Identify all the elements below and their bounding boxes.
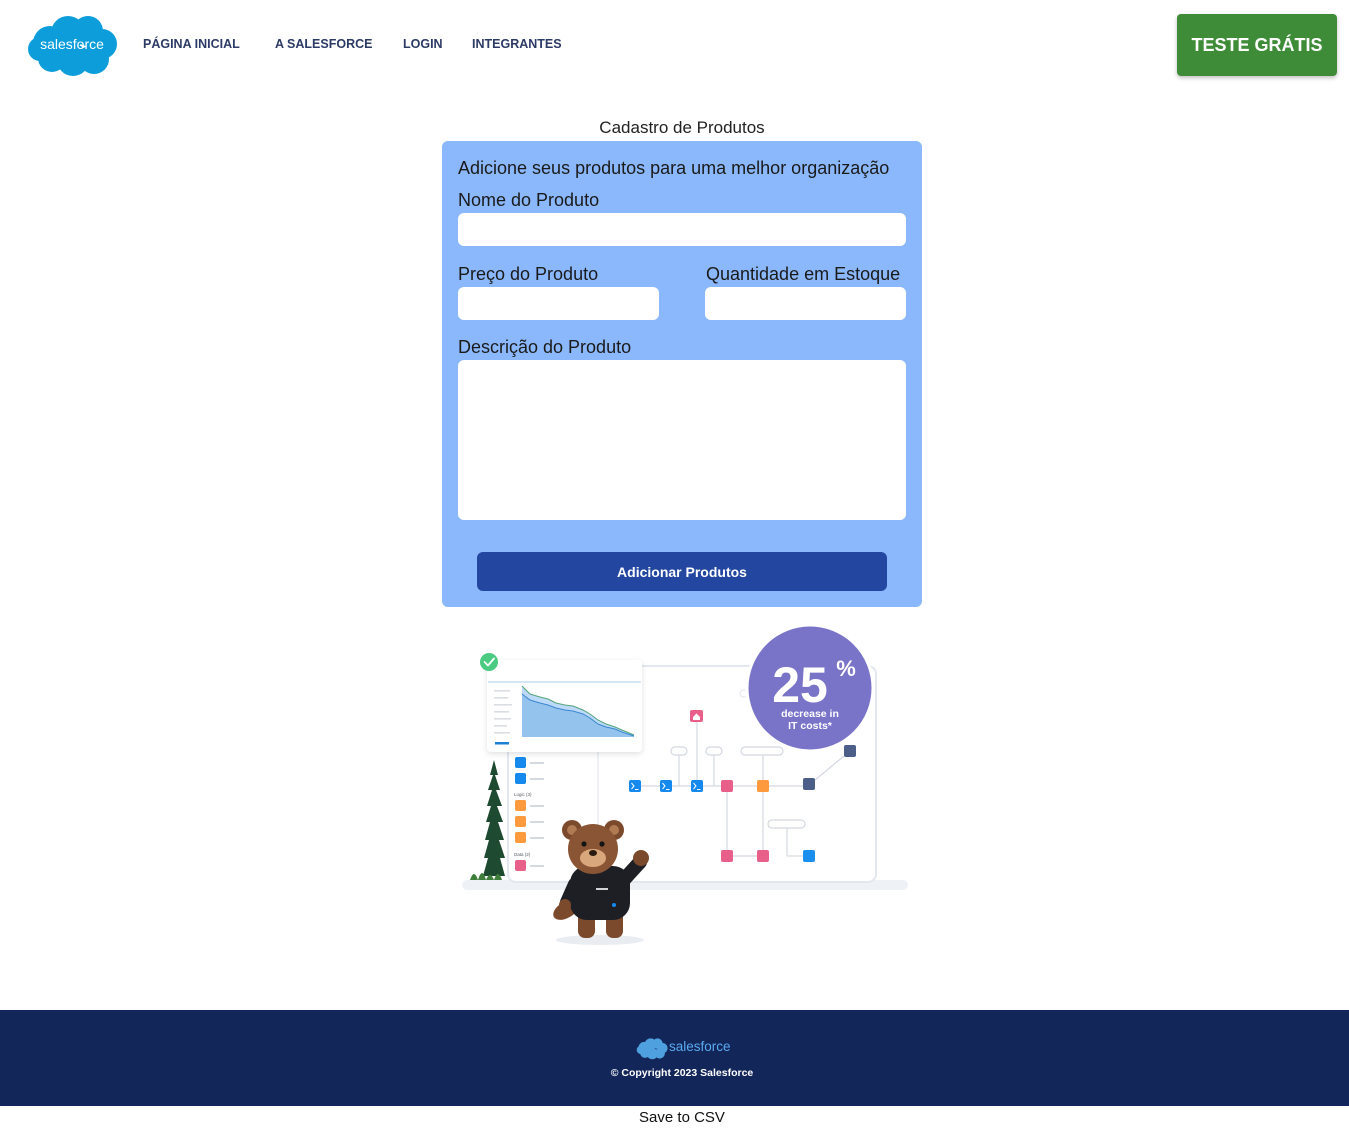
- product-description-label: Descrição do Produto: [458, 337, 632, 357]
- product-description-textarea[interactable]: [458, 360, 906, 520]
- nav-a-salesforce[interactable]: A SALESFORCE: [275, 37, 372, 52]
- flow-node-icon: [660, 780, 672, 792]
- sidebar-node-icon: [515, 800, 526, 811]
- flow-node-icon: [629, 780, 641, 792]
- stat-unit: %: [836, 656, 856, 681]
- stat-caption-line2: IT costs*: [788, 720, 833, 732]
- sidebar-node-icon: [515, 832, 526, 843]
- stat-value: 25: [772, 657, 828, 713]
- logo-text: salesforce: [40, 36, 104, 52]
- product-form: Adicione seus produtos para uma melhor o…: [442, 141, 922, 607]
- form-subtitle: Adicione seus produtos para uma melhor o…: [458, 158, 890, 178]
- tree-illustration: [470, 760, 505, 880]
- footer-logo-text: salesforce: [669, 1039, 731, 1054]
- product-name-label: Nome do Produto: [458, 190, 600, 210]
- sidebar-group-data: Data (2): [514, 852, 531, 857]
- chart-card: [487, 660, 642, 752]
- stat-caption-line1: decrease in: [781, 708, 839, 720]
- product-illustration: Logic (3) Data (2) 25 % decrease in IT c…: [462, 623, 908, 945]
- footer: [0, 1010, 1349, 1106]
- salesforce-logo[interactable]: salesforce: [26, 13, 118, 77]
- flow-node-icon: [757, 780, 769, 792]
- nav-login[interactable]: LOGIN: [403, 37, 443, 52]
- product-price-input[interactable]: [458, 287, 659, 320]
- free-trial-button[interactable]: TESTE GRÁTIS: [1177, 14, 1337, 76]
- nav-pagina-inicial[interactable]: PÁGINA INICIAL: [143, 37, 240, 52]
- stock-quantity-input[interactable]: [705, 287, 906, 320]
- add-products-button[interactable]: Adicionar Produtos: [477, 552, 887, 591]
- sidebar-group-logic: Logic (3): [514, 792, 532, 797]
- stock-quantity-label: Quantidade em Estoque: [706, 264, 901, 284]
- product-name-input[interactable]: [458, 213, 906, 246]
- stat-badge: 25 % decrease in IT costs*: [745, 623, 875, 753]
- save-to-csv-button[interactable]: Save to CSV: [442, 1108, 922, 1128]
- flow-node-icon: [691, 780, 703, 792]
- flow-node-icon: [844, 745, 856, 757]
- flow-node-icon: [757, 850, 769, 862]
- check-circle-icon: [480, 653, 498, 671]
- footer-copyright: © Copyright 2023 Salesforce: [610, 1067, 754, 1079]
- flow-node-icon: [803, 778, 815, 790]
- sidebar-node-icon: [515, 860, 526, 871]
- flow-node-icon: [721, 850, 733, 862]
- sidebar-node-icon: [515, 757, 526, 768]
- form-title: Cadastro de Produtos: [599, 118, 765, 137]
- home-icon: [690, 710, 703, 722]
- footer-cloud-icon: [636, 1038, 668, 1060]
- flow-node-icon: [803, 850, 815, 862]
- nav-integrantes[interactable]: INTEGRANTES: [472, 37, 562, 52]
- flow-node-icon: [721, 780, 733, 792]
- product-price-label: Preço do Produto: [458, 264, 599, 284]
- sidebar-node-icon: [515, 773, 526, 784]
- sidebar-node-icon: [515, 816, 526, 827]
